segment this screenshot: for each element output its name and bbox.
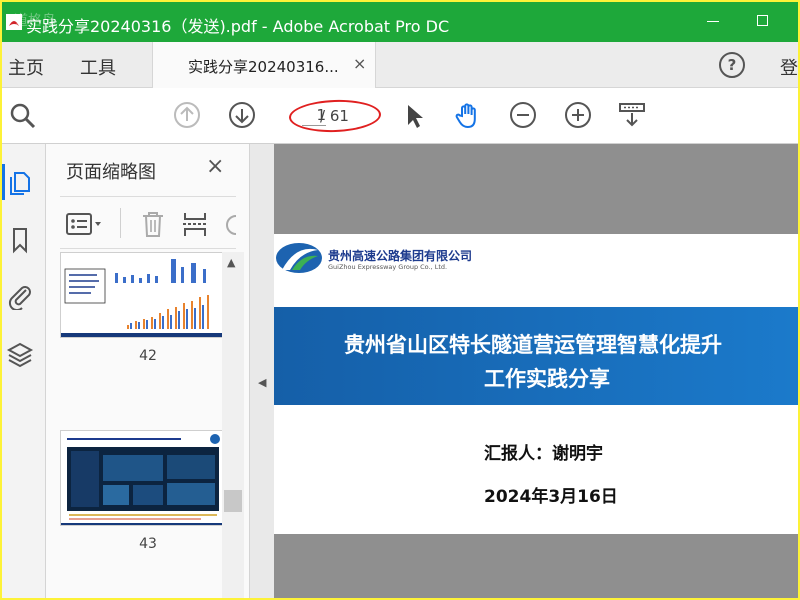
company-name-en: GuiZhou Expressway Group Co., Ltd. xyxy=(328,263,448,271)
thumbnails-title: 页面缩略图 xyxy=(66,162,156,183)
thumbnails-scrollbar[interactable]: ▲ xyxy=(222,252,244,598)
scroll-up-icon[interactable]: ▲ xyxy=(227,256,235,269)
thumbnail-preview xyxy=(61,431,223,525)
maximize-button[interactable] xyxy=(757,15,768,26)
tab-close-icon[interactable]: × xyxy=(353,54,366,73)
acrobat-window: 道格岛 实践分享20240316（发送).pdf - Adobe Acrobat… xyxy=(2,2,798,598)
document-title-line1: 贵州省山区特长隧道营运管理智慧化提升 xyxy=(344,333,722,357)
page-down-icon[interactable] xyxy=(228,101,256,129)
company-name-cn: 贵州高速公路集团有限公司 xyxy=(328,249,473,263)
main-toolbar: 1 / 61 xyxy=(2,88,798,144)
minimize-button[interactable] xyxy=(707,21,719,22)
panel-collapse-strip[interactable]: ◀ xyxy=(250,144,274,598)
title-banner: 贵州省山区特长隧道营运管理智慧化提升 工作实践分享 xyxy=(274,307,798,405)
pages-icon[interactable] xyxy=(6,168,34,196)
close-icon[interactable]: × xyxy=(206,154,224,179)
bookmark-icon[interactable] xyxy=(6,226,34,254)
thumbnail-page-number: 43 xyxy=(139,536,157,552)
page-options-icon[interactable] xyxy=(66,212,102,236)
insert-page-icon[interactable] xyxy=(182,210,208,238)
divider xyxy=(60,248,236,249)
page-up-icon[interactable] xyxy=(173,101,201,129)
thumbnail-page[interactable] xyxy=(60,430,224,526)
login-button[interactable]: 登 xyxy=(780,54,798,80)
thumbnails-toolbar xyxy=(46,200,250,246)
select-cursor-icon[interactable] xyxy=(400,101,428,129)
company-logo-icon xyxy=(276,243,322,273)
menu-bar: 主页 工具 实践分享20240316... × ? 登 xyxy=(2,42,798,88)
home-tab[interactable]: 主页 xyxy=(8,54,44,80)
zoom-out-icon[interactable] xyxy=(509,101,537,129)
document-date: 2024年3月16日 xyxy=(484,487,618,507)
zoom-in-icon[interactable] xyxy=(564,101,592,129)
divider xyxy=(120,208,121,238)
attachment-icon[interactable] xyxy=(6,282,34,310)
window-title: 实践分享20240316（发送).pdf - Adobe Acrobat Pro… xyxy=(26,17,450,36)
thumbnails-panel: 页面缩略图 × 42 43 ▲ xyxy=(46,144,250,598)
thumbnail-preview xyxy=(61,253,223,337)
help-icon[interactable]: ? xyxy=(719,52,745,78)
hand-tool-icon[interactable] xyxy=(454,101,482,129)
thumbnail-list: 42 43 xyxy=(46,252,250,598)
rotate-icon[interactable] xyxy=(222,212,242,238)
thumbnail-page[interactable] xyxy=(60,252,224,338)
left-nav-strip xyxy=(2,144,46,598)
document-tab-label: 实践分享20240316... xyxy=(188,58,339,76)
title-bar: 道格岛 实践分享20240316（发送).pdf - Adobe Acrobat… xyxy=(2,2,798,42)
document-tab[interactable]: 实践分享20240316... × xyxy=(152,42,376,88)
scrollbar-thumb[interactable] xyxy=(224,490,242,512)
document-title-line2: 工作实践分享 xyxy=(484,367,610,391)
pdf-page: 贵州高速公路集团有限公司 GuiZhou Expressway Group Co… xyxy=(274,234,798,534)
document-view: 贵州高速公路集团有限公司 GuiZhou Expressway Group Co… xyxy=(274,144,798,598)
divider xyxy=(60,196,236,197)
delete-icon[interactable] xyxy=(140,210,166,238)
thumbnail-page-number: 42 xyxy=(139,348,157,364)
active-indicator xyxy=(2,164,5,200)
scroll-mode-icon[interactable] xyxy=(618,101,646,129)
search-icon[interactable] xyxy=(8,101,36,129)
collapse-arrow-icon[interactable]: ◀ xyxy=(258,376,266,389)
tools-tab[interactable]: 工具 xyxy=(80,54,116,80)
layers-icon[interactable] xyxy=(6,340,34,368)
reporter-label: 汇报人：谢明宇 xyxy=(484,444,603,464)
